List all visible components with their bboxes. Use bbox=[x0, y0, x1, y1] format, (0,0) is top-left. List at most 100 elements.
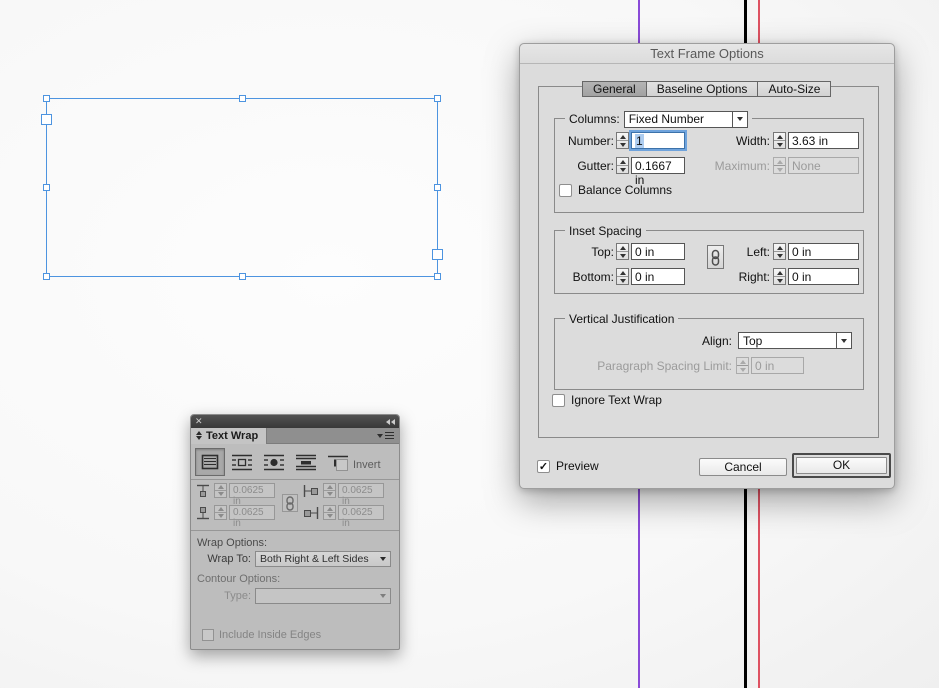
left-offset-stepper bbox=[323, 483, 336, 498]
inset-spacing-legend: Inset Spacing bbox=[565, 223, 646, 239]
wrap-to-value: Both Right & Left Sides bbox=[260, 553, 369, 565]
text-wrap-panel: ✕ Text Wrap Invert 0.0625 in 0.0625 in 0… bbox=[190, 414, 400, 650]
dropdown-arrow-icon bbox=[836, 333, 851, 348]
inset-spacing-label: Inset Spacing bbox=[569, 224, 642, 238]
handle-bottom-left[interactable] bbox=[43, 273, 50, 280]
panel-title-bar[interactable]: ✕ bbox=[191, 415, 399, 428]
invert-checkbox[interactable]: Invert bbox=[336, 459, 381, 471]
panel-menu-icon[interactable] bbox=[377, 432, 394, 439]
vertical-justification-group: Vertical Justification Align: Top Paragr… bbox=[554, 311, 864, 390]
cancel-button[interactable]: Cancel bbox=[699, 458, 787, 476]
left-offset-field: 0.0625 in bbox=[338, 483, 384, 507]
gutter-stepper[interactable] bbox=[616, 157, 629, 174]
inset-top-stepper[interactable] bbox=[616, 243, 629, 260]
vertical-justification-legend: Vertical Justification bbox=[565, 311, 679, 327]
paragraph-spacing-limit-label: Paragraph Spacing Limit: bbox=[597, 359, 732, 373]
contour-options-heading: Contour Options: bbox=[197, 573, 281, 585]
bottom-offset-stepper bbox=[214, 505, 227, 520]
wrap-jump-object-button[interactable] bbox=[291, 448, 321, 476]
balance-columns-box[interactable] bbox=[559, 183, 572, 197]
wrap-object-shape-button[interactable] bbox=[259, 448, 289, 476]
close-icon[interactable]: ✕ bbox=[195, 417, 203, 426]
tab-text-wrap[interactable]: Text Wrap bbox=[191, 427, 268, 444]
handle-bottom-right[interactable] bbox=[434, 273, 441, 280]
wrap-to-dropdown[interactable]: Both Right & Left Sides bbox=[255, 551, 391, 567]
handle-top-left[interactable] bbox=[43, 95, 50, 102]
wrap-none-button[interactable] bbox=[195, 448, 225, 476]
separator bbox=[191, 479, 399, 480]
contour-type-dropdown bbox=[255, 588, 391, 604]
panel-tab-label: Text Wrap bbox=[206, 429, 259, 442]
inset-right-label: Right: bbox=[738, 270, 770, 284]
inset-left-label: Left: bbox=[746, 245, 770, 259]
preview-label: Preview bbox=[556, 459, 599, 473]
width-field[interactable]: 3.63 in bbox=[788, 132, 859, 149]
inset-top-field[interactable]: 0 in bbox=[631, 243, 685, 260]
preview-checkbox[interactable]: Preview bbox=[537, 459, 599, 473]
link-inset-values-button[interactable] bbox=[707, 245, 724, 269]
top-offset-stepper bbox=[214, 483, 227, 498]
width-label: Width: bbox=[735, 134, 770, 148]
handle-middle-left[interactable] bbox=[43, 184, 50, 191]
wrap-bounding-box-icon bbox=[232, 454, 252, 470]
panel-tab-bar: Text Wrap bbox=[191, 427, 399, 444]
preview-checkbox-box[interactable] bbox=[537, 459, 550, 473]
inset-bottom-field[interactable]: 0 in bbox=[631, 268, 685, 285]
align-dropdown[interactable]: Top bbox=[738, 332, 852, 349]
ok-button[interactable]: OK bbox=[796, 457, 887, 474]
inset-right-stepper[interactable] bbox=[773, 268, 786, 285]
collapse-icon[interactable] bbox=[386, 418, 395, 425]
handle-top-right[interactable] bbox=[434, 95, 441, 102]
inset-left-stepper[interactable] bbox=[773, 243, 786, 260]
indesign-canvas: { "dialog": { "title": "Text Frame Optio… bbox=[0, 0, 939, 688]
bottom-offset-field: 0.0625 in bbox=[229, 505, 275, 529]
tab-auto-size[interactable]: Auto-Size bbox=[757, 81, 832, 97]
balance-columns-label: Balance Columns bbox=[578, 183, 673, 197]
top-offset-field: 0.0625 in bbox=[229, 483, 275, 507]
invert-checkbox-box[interactable] bbox=[336, 459, 348, 471]
include-inside-edges-label: Include Inside Edges bbox=[219, 629, 322, 641]
right-offset-field: 0.0625 in bbox=[338, 505, 384, 529]
text-out-port[interactable] bbox=[432, 249, 443, 260]
gutter-label: Gutter: bbox=[577, 159, 614, 173]
inset-top-label: Top: bbox=[591, 245, 614, 259]
inset-bottom-stepper[interactable] bbox=[616, 268, 629, 285]
number-stepper[interactable] bbox=[616, 132, 629, 149]
include-inside-edges-box bbox=[202, 629, 214, 641]
handle-bottom-center[interactable] bbox=[239, 273, 246, 280]
text-frame-options-dialog: Text Frame Options General Baseline Opti… bbox=[519, 43, 895, 489]
handle-top-center[interactable] bbox=[239, 95, 246, 102]
selected-text-frame[interactable] bbox=[41, 95, 443, 280]
vertical-justification-label: Vertical Justification bbox=[569, 312, 675, 326]
number-field[interactable]: 1 bbox=[631, 132, 685, 149]
right-offset-stepper bbox=[323, 505, 336, 520]
text-in-port[interactable] bbox=[41, 114, 52, 125]
tab-general[interactable]: General bbox=[582, 81, 647, 97]
balance-columns-checkbox[interactable]: Balance Columns bbox=[559, 183, 672, 197]
number-label: Number: bbox=[567, 134, 614, 148]
wrap-bounding-box-button[interactable] bbox=[227, 448, 257, 476]
jump-object-icon bbox=[296, 454, 316, 470]
gutter-field[interactable]: 0.1667 in bbox=[631, 157, 685, 187]
tab-baseline-options[interactable]: Baseline Options bbox=[645, 81, 759, 97]
dialog-title: Text Frame Options bbox=[520, 44, 894, 64]
handle-middle-right[interactable] bbox=[434, 184, 441, 191]
top-offset-icon bbox=[197, 484, 209, 497]
columns-mode-dropdown[interactable]: Fixed Number bbox=[623, 110, 748, 128]
columns-label: Columns: bbox=[569, 112, 620, 126]
inset-left-field[interactable]: 0 in bbox=[788, 243, 859, 260]
dialog-tabs: General Baseline Options Auto-Size bbox=[582, 81, 832, 97]
maximum-stepper bbox=[773, 157, 786, 174]
inset-right-field[interactable]: 0 in bbox=[788, 268, 859, 285]
wrap-to-label: Wrap To: bbox=[207, 553, 251, 565]
dropdown-arrow-icon bbox=[375, 589, 390, 603]
separator bbox=[191, 530, 399, 531]
ok-button-ring: OK bbox=[792, 453, 891, 478]
align-value: Top bbox=[743, 333, 763, 348]
columns-group: Columns: Fixed Number Number: 1 Width: 3… bbox=[554, 110, 864, 213]
width-stepper[interactable] bbox=[773, 132, 786, 149]
maximum-field: None bbox=[788, 157, 859, 174]
chain-icon bbox=[711, 249, 720, 266]
inset-bottom-label: Bottom: bbox=[572, 270, 614, 284]
right-offset-icon bbox=[304, 507, 319, 519]
